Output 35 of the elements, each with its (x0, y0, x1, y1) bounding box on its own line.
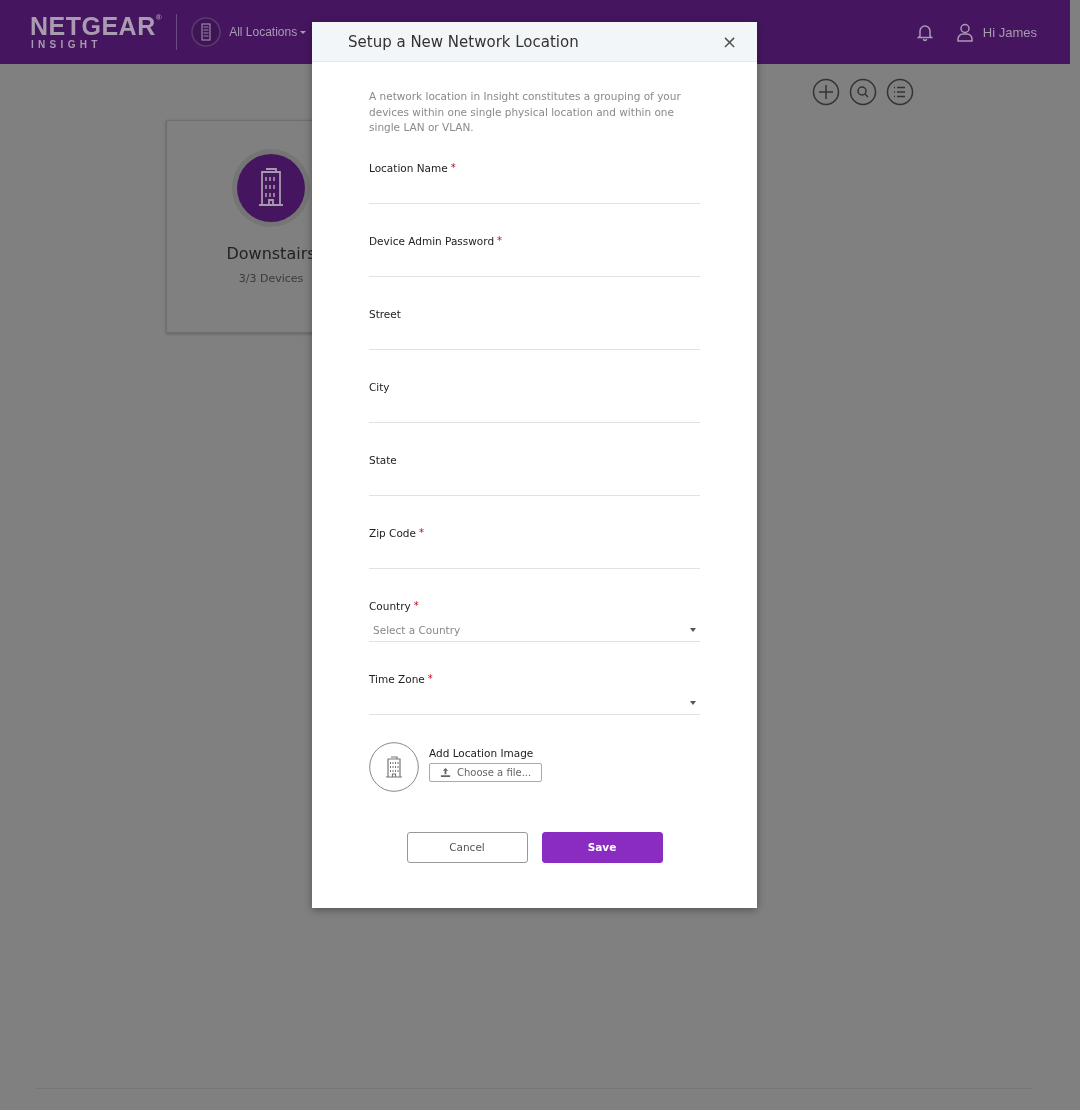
caret-icon (690, 701, 696, 705)
field-label: Country (369, 599, 411, 612)
add-icon[interactable] (812, 78, 840, 106)
field-label: State (369, 453, 397, 466)
choose-file-button[interactable]: Choose a file... (429, 763, 543, 782)
building-icon (231, 148, 311, 228)
dialog-title: Setup a New Network Location (348, 32, 580, 51)
image-upload-label: Add Location Image (429, 747, 534, 759)
device-count: 3/3 Devices (238, 272, 304, 285)
location-dropdown[interactable]: All Locations (229, 25, 307, 39)
required-mark: * (419, 526, 424, 538)
location-name: Downstairs (226, 244, 316, 263)
field-label: Time Zone (369, 672, 425, 685)
user-icon[interactable] (954, 22, 975, 42)
building-icon[interactable] (191, 17, 222, 47)
logo-subtitle: INSIGHT (31, 39, 103, 51)
search-icon[interactable] (849, 78, 877, 106)
save-button[interactable]: Save (541, 831, 663, 863)
list-icon[interactable] (886, 78, 914, 106)
logo-text: NETGEAR (30, 13, 156, 39)
caret-icon (690, 628, 696, 632)
building-icon (369, 741, 419, 792)
dropdown-field[interactable]: Select a Country (369, 615, 700, 642)
user-greeting[interactable]: Hi James (982, 24, 1037, 40)
registered-mark: ® (155, 13, 163, 22)
close-button[interactable]: × (717, 31, 741, 52)
cancel-button[interactable]: Cancel (406, 831, 528, 863)
required-mark: * (413, 599, 419, 611)
field-label: Zip Code (369, 526, 416, 539)
required-mark: * (450, 161, 456, 173)
required-mark: * (427, 672, 433, 684)
field-label: City (369, 380, 390, 393)
upload-icon (440, 767, 451, 778)
required-mark: * (497, 234, 503, 246)
bell-icon[interactable] (914, 22, 935, 42)
